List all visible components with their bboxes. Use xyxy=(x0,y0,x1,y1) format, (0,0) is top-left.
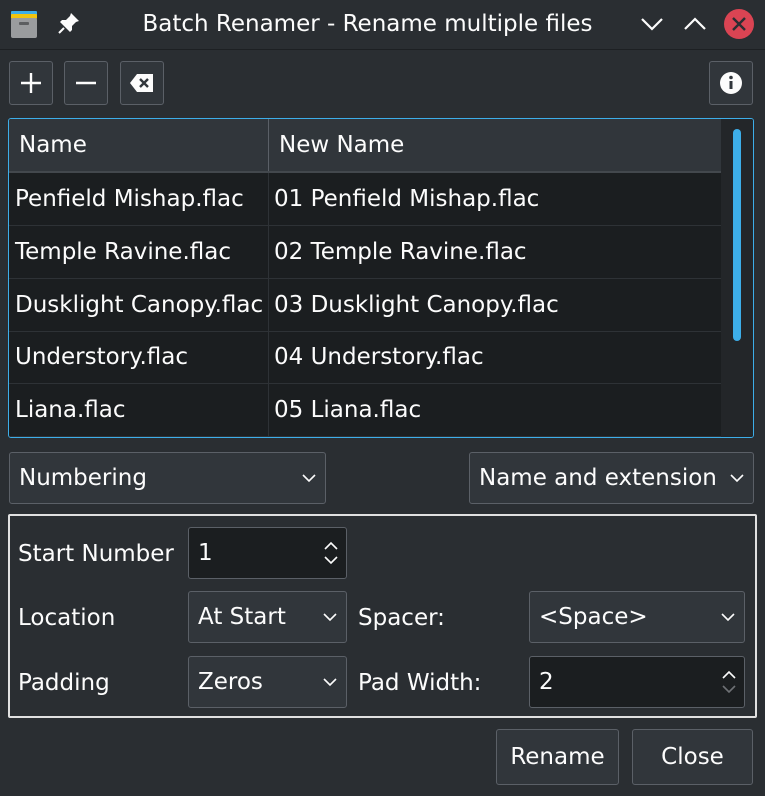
table-header: Name New Name xyxy=(9,119,721,173)
scrollbar-thumb[interactable] xyxy=(733,129,741,341)
column-header-new-name[interactable]: New Name xyxy=(279,119,404,171)
padding-value: Zeros xyxy=(198,669,263,695)
location-label: Location xyxy=(18,605,116,631)
clear-button[interactable] xyxy=(120,61,164,105)
column-header-name[interactable]: Name xyxy=(19,119,87,171)
chevron-down-icon xyxy=(730,474,744,483)
cell-new-name: 01 Penfield Mishap.flac xyxy=(274,186,540,212)
cell-name: Temple Ravine.flac xyxy=(15,239,231,265)
cell-new-name: 04 Understory.flac xyxy=(274,344,484,370)
spacer-select[interactable]: <Space> xyxy=(529,591,745,643)
close-button[interactable]: Close xyxy=(632,729,753,785)
column-divider[interactable] xyxy=(268,119,269,171)
add-button[interactable] xyxy=(9,61,53,105)
chevron-down-icon xyxy=(323,613,337,622)
plus-icon xyxy=(21,73,41,93)
location-value: At Start xyxy=(198,604,286,630)
spacer-value: <Space> xyxy=(539,604,648,630)
pad-width-value: 2 xyxy=(539,669,554,695)
file-table[interactable]: Name New Name Penfield Mishap.flac 01 Pe… xyxy=(8,118,754,438)
padding-label: Padding xyxy=(18,670,110,696)
table-row[interactable]: Dusklight Canopy.flac 03 Dusklight Canop… xyxy=(9,279,721,332)
minus-icon xyxy=(76,81,96,85)
rename-mode-value: Numbering xyxy=(19,465,147,491)
rename-button[interactable]: Rename xyxy=(496,729,619,785)
cell-new-name: 03 Dusklight Canopy.flac xyxy=(274,292,559,318)
window-title: Batch Renamer - Rename multiple files xyxy=(142,11,593,37)
close-icon[interactable] xyxy=(723,8,755,40)
start-number-value: 1 xyxy=(198,540,213,566)
location-select[interactable]: At Start xyxy=(188,591,347,643)
chevron-down-icon[interactable] xyxy=(636,8,668,40)
cell-name: Penfield Mishap.flac xyxy=(15,186,244,212)
info-button[interactable] xyxy=(709,61,753,105)
table-row[interactable]: Understory.flac 04 Understory.flac xyxy=(9,331,721,384)
start-number-spinbox[interactable]: 1 xyxy=(188,527,347,579)
chevron-down-icon xyxy=(323,678,337,687)
remove-button[interactable] xyxy=(64,61,108,105)
pad-width-label: Pad Width: xyxy=(358,670,482,696)
spacer-label: Spacer: xyxy=(358,605,445,631)
table-row[interactable]: Liana.flac 05 Liana.flac xyxy=(9,384,721,437)
chevron-up-icon[interactable] xyxy=(679,8,711,40)
start-number-label: Start Number xyxy=(18,541,174,567)
file-cabinet-icon xyxy=(11,11,37,38)
pad-width-spinbox[interactable]: 2 xyxy=(529,656,745,708)
backspace-icon xyxy=(130,74,153,92)
chevron-down-icon xyxy=(302,474,316,483)
cell-name: Understory.flac xyxy=(15,344,189,370)
rename-scope-select[interactable]: Name and extension xyxy=(469,452,754,504)
rename-scope-value: Name and extension xyxy=(479,465,717,491)
spin-arrows-icon[interactable] xyxy=(720,665,738,699)
pin-icon[interactable] xyxy=(56,10,82,36)
rename-mode-select[interactable]: Numbering xyxy=(9,452,326,504)
info-icon xyxy=(720,72,742,94)
spin-arrows-icon[interactable] xyxy=(322,536,340,570)
cell-name: Liana.flac xyxy=(15,397,126,423)
table-row[interactable]: Temple Ravine.flac 02 Temple Ravine.flac xyxy=(9,226,721,279)
title-bar: Batch Renamer - Rename multiple files xyxy=(0,0,765,50)
chevron-down-icon xyxy=(721,613,735,622)
cell-new-name: 02 Temple Ravine.flac xyxy=(274,239,527,265)
cell-new-name: 05 Liana.flac xyxy=(274,397,422,423)
table-row[interactable]: Penfield Mishap.flac 01 Penfield Mishap.… xyxy=(9,173,721,226)
padding-select[interactable]: Zeros xyxy=(188,656,347,708)
cell-name: Dusklight Canopy.flac xyxy=(15,292,264,318)
